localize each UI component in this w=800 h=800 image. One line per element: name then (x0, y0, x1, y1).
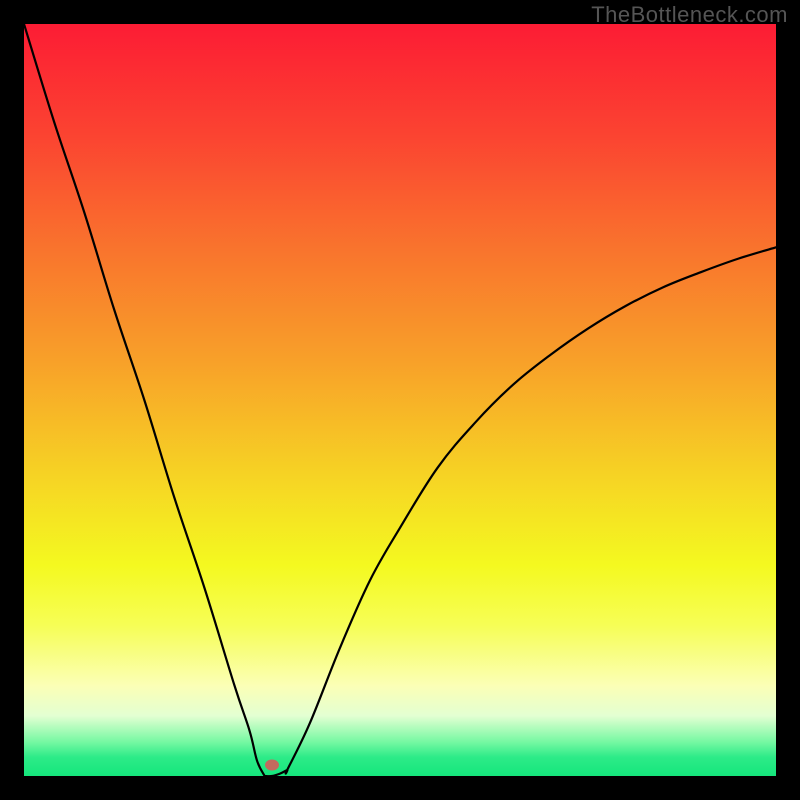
chart-frame: TheBottleneck.com (0, 0, 800, 800)
watermark-text: TheBottleneck.com (591, 2, 788, 28)
minimum-marker (265, 759, 279, 770)
plot-area (24, 24, 776, 776)
bottleneck-curve (24, 24, 776, 776)
